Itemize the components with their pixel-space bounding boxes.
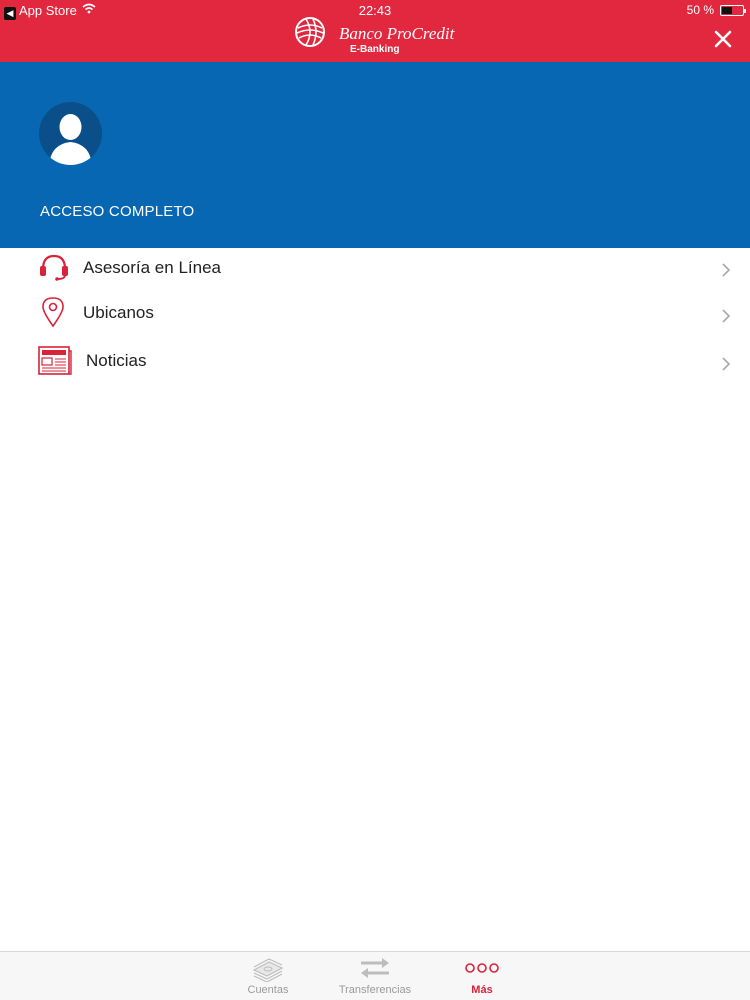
chevron-right-icon [722,357,731,371]
app-header: ◀ App Store 22:43 50 % Banco ProCredit E-… [0,0,750,62]
chevron-right-icon [722,263,731,277]
access-level-label: ACCESO COMPLETO [40,203,195,220]
clock: 22:43 [358,3,392,18]
newspaper-icon [38,346,72,375]
profile-header: ACCESO COMPLETO [0,62,750,248]
money-stack-icon [252,958,284,982]
user-silhouette-icon [39,102,102,165]
globe-logo-icon [295,17,325,47]
battery-icon [720,5,746,16]
location-pin-icon [42,297,64,328]
tab-label: Cuentas [247,984,289,996]
more-dots-icon [465,963,499,973]
menu-item-label: Asesoría en Línea [83,258,221,277]
battery-percent: 50 % [686,3,714,17]
transfer-arrows-icon [361,958,389,978]
tab-mas[interactable]: Más [452,952,512,1000]
chevron-right-icon [722,309,731,323]
menu-item-ubicanos[interactable]: Ubicanos [0,294,750,340]
menu-item-label: Noticias [86,351,147,370]
tab-bar: Cuentas Transferencias Más [0,951,750,1000]
tab-label: Transferencias [338,984,412,996]
battery-fill [722,7,732,14]
brand-name: Banco ProCredit [339,24,455,43]
tab-transferencias[interactable]: Transferencias [330,952,420,1000]
status-bar: ◀ App Store 22:43 50 % [0,0,750,20]
tab-label: Más [471,984,493,996]
headset-icon [40,254,68,281]
close-icon[interactable] [712,28,734,50]
brand-subtitle: E-Banking [350,44,400,55]
menu-item-asesoria[interactable]: Asesoría en Línea [0,248,750,294]
menu-item-label: Ubicanos [83,303,154,322]
menu-item-noticias[interactable]: Noticias [0,340,750,386]
tab-cuentas[interactable]: Cuentas [228,952,308,1000]
